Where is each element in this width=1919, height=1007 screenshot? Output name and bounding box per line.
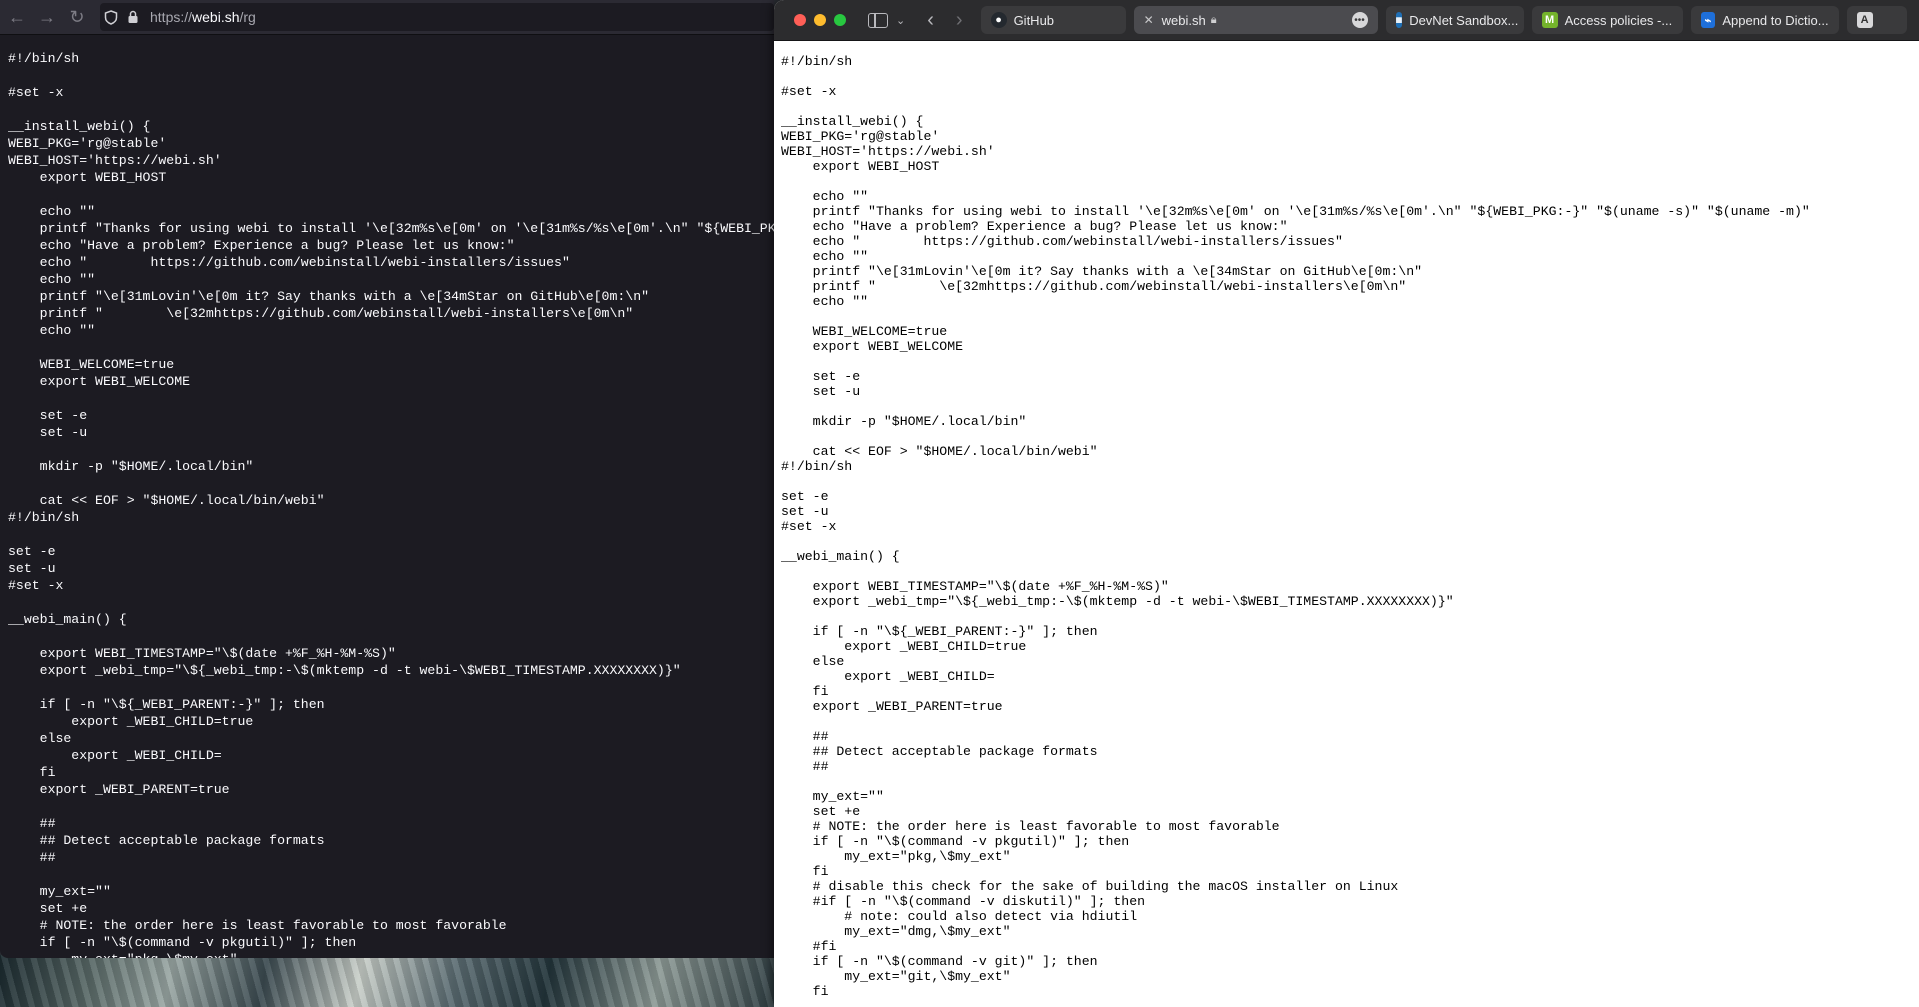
reload-icon[interactable]: ↻: [64, 4, 90, 30]
sidebar-icon: [868, 12, 888, 28]
tab-label: Access policies -...: [1564, 12, 1673, 28]
url-scheme: https://: [150, 9, 193, 25]
tab-bar: ● GitHub ✕ webi.sh 🔒︎ ••• ▦ DevNet Sandb…: [980, 6, 1907, 34]
tab-append-to-dictionary[interactable]: ⌁ Append to Dictio...: [1690, 6, 1839, 34]
shield-icon[interactable]: [100, 9, 122, 25]
lock-icon[interactable]: [122, 10, 144, 24]
url-text: https://webi.sh/rg: [150, 9, 256, 25]
left-browser-window: ← → ↻ https://webi.sh/rg #!/bin/sh #set …: [0, 0, 774, 958]
github-icon: ●: [990, 12, 1007, 28]
partial-tab-icon: A: [1856, 12, 1873, 28]
back-arrow-icon[interactable]: ←: [4, 4, 30, 30]
chevron-down-icon[interactable]: ⌄: [896, 14, 905, 27]
tab-access-policies[interactable]: M Access policies -...: [1531, 6, 1683, 34]
url-path: /rg: [239, 9, 256, 25]
tab-label: Append to Dictio...: [1722, 12, 1829, 28]
m-icon: M: [1541, 12, 1558, 28]
safari-window: ⌄ ‹ › ● GitHub ✕ webi.sh 🔒︎ ••• ▦ DevNet…: [774, 0, 1919, 1007]
script-source-text: #!/bin/sh #set -x __install_webi() { WEB…: [781, 54, 1810, 999]
url-host: webi.sh: [192, 9, 240, 25]
minimize-window-button[interactable]: [814, 14, 826, 26]
safari-toolbar: ⌄ ‹ › ● GitHub ✕ webi.sh 🔒︎ ••• ▦ DevNet…: [774, 0, 1919, 41]
append-icon: ⌁: [1700, 12, 1716, 28]
more-icon[interactable]: •••: [1351, 12, 1368, 28]
close-tab-icon[interactable]: ✕: [1144, 13, 1154, 27]
tab-devnet-sandbox[interactable]: ▦ DevNet Sandbox...: [1385, 6, 1524, 34]
left-browser-toolbar: ← → ↻ https://webi.sh/rg: [0, 0, 774, 35]
forward-arrow-icon[interactable]: →: [34, 4, 60, 30]
tab-github[interactable]: ● GitHub: [980, 6, 1126, 34]
window-controls: [794, 14, 846, 26]
script-source-text: #!/bin/sh #set -x __install_webi() { WEB…: [8, 51, 774, 958]
back-chevron-icon[interactable]: ‹: [927, 9, 934, 32]
tab-label: webi.sh: [1161, 12, 1206, 28]
zoom-window-button[interactable]: [834, 14, 846, 26]
address-bar[interactable]: https://webi.sh/rg: [100, 3, 774, 31]
sidebar-toggle-button[interactable]: ⌄: [868, 12, 905, 28]
desktop-wallpaper: [0, 955, 780, 1007]
tab-label: GitHub: [1013, 12, 1055, 28]
tab-label: DevNet Sandbox...: [1409, 12, 1519, 28]
lock-icon: 🔒︎: [1210, 13, 1217, 26]
devnet-icon: ▦: [1395, 12, 1403, 28]
tab-webi-sh[interactable]: ✕ webi.sh 🔒︎ •••: [1133, 6, 1378, 34]
close-window-button[interactable]: [794, 14, 806, 26]
tab-partial[interactable]: A: [1846, 6, 1907, 34]
forward-chevron-icon[interactable]: ›: [956, 9, 963, 32]
